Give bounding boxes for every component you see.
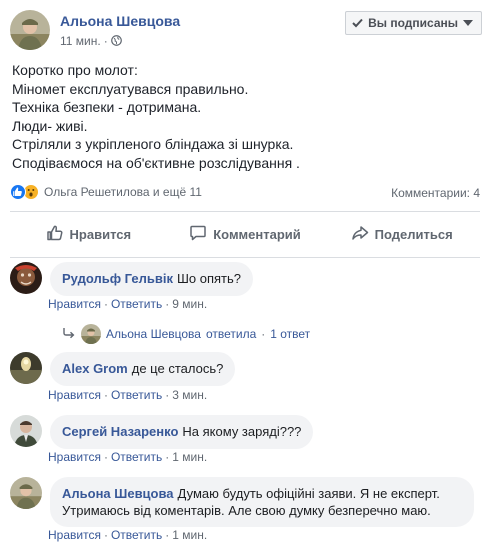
separator: ·	[165, 450, 170, 464]
comment-text: Шо опять?	[176, 271, 242, 286]
comment-bubble: Сергей Назаренко На якому заряді???	[50, 415, 314, 449]
comment-reply-link[interactable]: Ответить	[111, 297, 162, 311]
post-header: Альона Шевцова 11 мин. · Вы подписаны	[10, 10, 482, 50]
comment-time[interactable]: 9 мин.	[172, 297, 207, 311]
comment-actions: Нравится · Ответить · 3 мин.	[48, 388, 207, 402]
comment-reply-link[interactable]: Ответить	[111, 450, 162, 464]
checkmark-icon	[352, 18, 363, 28]
like-button[interactable]: Нравится	[10, 212, 167, 256]
reacted-by-text: Ольга Решетилова и ещё 11	[44, 185, 202, 199]
reply-action: ответила	[205, 327, 257, 341]
comment-bubble: Alex Grom де це сталось?	[50, 352, 236, 386]
comment-button-label: Комментарий	[213, 226, 301, 242]
reply-summary[interactable]: Альона Шевцова ответила · 1 ответ	[62, 324, 310, 344]
separator: ·	[103, 450, 108, 464]
comment-like-link[interactable]: Нравится	[48, 528, 101, 542]
speech-bubble-icon	[189, 224, 207, 245]
following-button[interactable]: Вы подписаны	[345, 11, 482, 35]
following-label: Вы подписаны	[368, 16, 458, 30]
reactions-summary[interactable]: Ольга Решетилова и ещё 11	[10, 184, 202, 200]
share-arrow-icon	[351, 224, 369, 245]
commenter-avatar[interactable]	[10, 415, 42, 447]
post-text: Коротко про молот: Міномет експлуатувавс…	[12, 61, 478, 173]
comment-count-link[interactable]: Комментарии: 4	[391, 186, 480, 200]
globe-icon	[110, 35, 122, 46]
post-time[interactable]: 11 мин.	[60, 34, 101, 48]
separator: ·	[103, 528, 108, 542]
reply-arrow-icon	[62, 327, 76, 342]
post-actions: Нравится Комментарий Поделиться	[10, 212, 480, 256]
comment-button[interactable]: Комментарий	[167, 212, 324, 256]
caret-down-icon	[463, 20, 473, 26]
comment-text: На якому заряді???	[182, 424, 302, 439]
comment-like-link[interactable]: Нравится	[48, 450, 101, 464]
post-meta: 11 мин. ·	[60, 34, 122, 48]
share-button[interactable]: Поделиться	[323, 212, 480, 256]
comment-text: Утримаюсь від коментарів. Але свою думку…	[62, 503, 431, 518]
post-text-line: Міномет експлуатувався правильно.	[12, 80, 249, 97]
author-avatar[interactable]	[10, 10, 50, 50]
reply-author-avatar	[81, 324, 101, 344]
like-button-label: Нравится	[69, 226, 132, 242]
actions-divider-bottom	[10, 257, 480, 258]
comment-time[interactable]: 3 мин.	[172, 388, 207, 402]
comment-line: Альона Шевцова Думаю будуть офіційні заяв…	[62, 485, 462, 502]
like-reaction-icon	[10, 184, 26, 200]
commenter-avatar[interactable]	[10, 262, 42, 294]
separator: ·	[165, 388, 170, 402]
share-button-label: Поделиться	[374, 226, 453, 242]
separator: ·	[103, 388, 108, 402]
comment-time[interactable]: 1 мин.	[172, 528, 207, 542]
thumbs-up-icon	[46, 224, 64, 245]
comment-actions: Нравится · Ответить · 1 мин.	[48, 450, 207, 464]
separator: ·	[261, 327, 266, 341]
post-text-line: Стріляли з укріпленого бліндажа зі шнурк…	[12, 136, 294, 153]
separator: ·	[103, 297, 108, 311]
comment-reply-link[interactable]: Ответить	[111, 528, 162, 542]
comment-text: де це сталось?	[131, 361, 224, 376]
commenter-avatar[interactable]	[10, 352, 42, 384]
comment-text: Думаю будуть офіційні заяви. Я не експер…	[177, 486, 440, 501]
comment-reply-link[interactable]: Ответить	[111, 388, 162, 402]
comment-bubble: Альона Шевцова Думаю будуть офіційні заяв…	[50, 477, 474, 527]
comment-actions: Нравится · Ответить · 9 мин.	[48, 297, 207, 311]
separator: ·	[165, 528, 170, 542]
reply-count: 1 ответ	[270, 327, 311, 341]
comment-actions: Нравится · Ответить · 1 мин.	[48, 528, 207, 542]
commenter-name[interactable]: Alex Grom	[62, 361, 128, 376]
comment-time[interactable]: 1 мин.	[172, 450, 207, 464]
comment-like-link[interactable]: Нравится	[48, 297, 101, 311]
post-text-line: Сподіваємося на об'єктивне розслідування…	[12, 154, 300, 171]
commenter-avatar[interactable]	[10, 477, 42, 509]
commenter-name[interactable]: Рудольф Гельвік	[62, 271, 173, 286]
comment-bubble: Рудольф Гельвік Шо опять?	[50, 262, 254, 296]
reply-author-name: Альона Шевцова	[106, 327, 201, 341]
post-text-line: Техніка безпеки - дотримана.	[12, 99, 202, 116]
post-stats: Ольга Решетилова и ещё 11 Комментарии: 4	[10, 182, 480, 202]
post-text-line: Коротко про молот:	[12, 62, 138, 78]
author-name[interactable]: Альона Шевцова	[60, 13, 180, 29]
separator: ·	[165, 297, 170, 311]
post-text-line: Люди- живі.	[12, 117, 88, 134]
meta-dot: ·	[103, 34, 108, 48]
commenter-name[interactable]: Сергей Назаренко	[62, 424, 178, 439]
comment-like-link[interactable]: Нравится	[48, 388, 101, 402]
commenter-name[interactable]: Альона Шевцова	[62, 486, 174, 501]
